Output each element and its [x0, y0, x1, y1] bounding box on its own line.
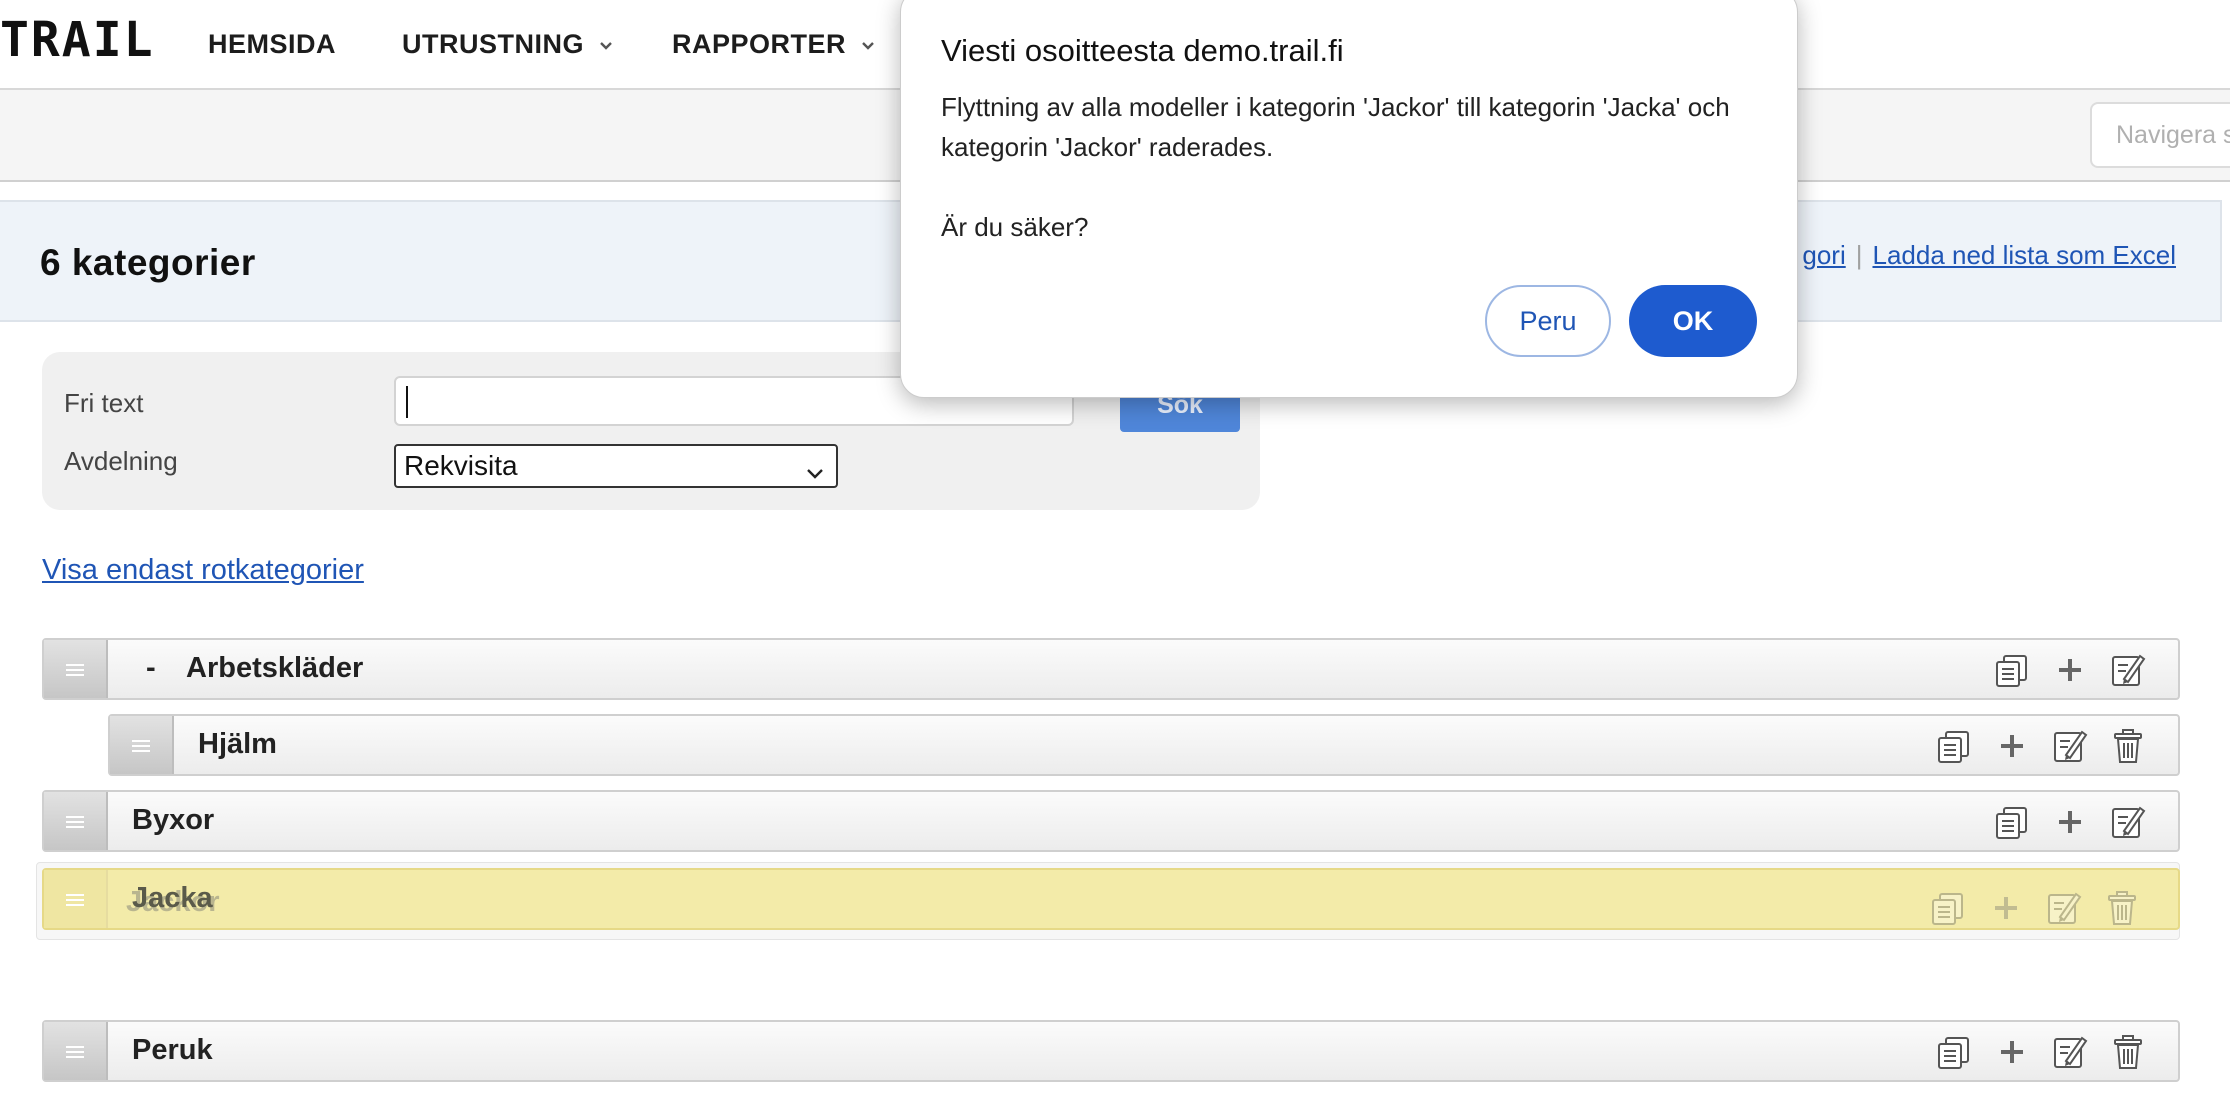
category-label: Peruk — [132, 1034, 213, 1066]
category-row-arbetsklader[interactable]: - Arbetskläder — [42, 638, 2180, 700]
department-select-value: Rekvisita — [404, 450, 518, 481]
edit-icon[interactable] — [2110, 652, 2146, 688]
category-row-jacka[interactable]: Jackor Jacka — [42, 868, 2180, 930]
copy-icon[interactable] — [1930, 890, 1966, 926]
category-label: Jacka — [132, 882, 213, 914]
trash-icon[interactable] — [2110, 728, 2146, 764]
category-label: Arbetskläder — [186, 652, 364, 684]
copy-icon[interactable] — [1936, 728, 1972, 764]
chevron-down-icon — [860, 38, 876, 54]
add-icon[interactable] — [1994, 1034, 2030, 1070]
edit-icon[interactable] — [2110, 804, 2146, 840]
add-icon[interactable] — [2052, 652, 2088, 688]
drag-handle-icon[interactable] — [44, 792, 108, 850]
root-categories-link[interactable]: Visa endast rotkategorier — [42, 554, 364, 587]
department-label: Avdelning — [64, 446, 178, 476]
add-icon[interactable] — [1994, 728, 2030, 764]
header-links: gori | Ladda ned lista som Excel — [1802, 240, 2176, 271]
collapse-toggle[interactable]: - — [146, 652, 156, 685]
new-category-link[interactable]: gori — [1802, 240, 1845, 270]
drag-handle-icon[interactable] — [44, 870, 108, 928]
department-select[interactable]: Rekvisita — [394, 444, 838, 488]
nav-item-hemsida[interactable]: HEMSIDA — [208, 26, 336, 62]
cancel-button[interactable]: Peru — [1485, 285, 1611, 357]
page-title: 6 kategorier — [40, 242, 256, 283]
ok-button[interactable]: OK — [1629, 285, 1757, 357]
category-row-hjalm[interactable]: Hjälm — [108, 714, 2180, 776]
drag-handle-icon[interactable] — [44, 640, 108, 698]
navigate-input[interactable]: Navigera s — [2090, 102, 2230, 168]
category-row-byxor[interactable]: Byxor — [42, 790, 2180, 852]
drag-handle-icon[interactable] — [44, 1022, 108, 1080]
trail-logo[interactable]: TRAIL — [0, 14, 155, 66]
category-label: Byxor — [132, 804, 215, 836]
add-icon[interactable] — [2052, 804, 2088, 840]
free-text-label: Fri text — [64, 388, 144, 418]
nav-item-label: UTRUSTNING — [402, 29, 584, 59]
nav-item-utrustning[interactable]: UTRUSTNING — [402, 26, 614, 62]
add-icon[interactable] — [1988, 890, 2024, 926]
trash-icon[interactable] — [2110, 1034, 2146, 1070]
nav-item-label: HEMSIDA — [208, 29, 337, 59]
dialog-title: Viesti osoitteesta demo.trail.fi — [941, 33, 1344, 68]
chevron-down-icon — [598, 38, 614, 54]
category-label: Hjälm — [198, 728, 277, 760]
drag-handle-icon[interactable] — [110, 716, 174, 774]
nav-item-label: RAPPORTER — [672, 29, 847, 59]
copy-icon[interactable] — [1994, 652, 2030, 688]
category-row-peruk[interactable]: Peruk — [42, 1020, 2180, 1082]
copy-icon[interactable] — [1994, 804, 2030, 840]
download-excel-link[interactable]: Ladda ned lista som Excel — [1872, 240, 2176, 270]
edit-icon[interactable] — [2046, 890, 2082, 926]
text-cursor — [406, 386, 408, 418]
edit-icon[interactable] — [2052, 1034, 2088, 1070]
trash-icon[interactable] — [2104, 890, 2140, 926]
link-separator: | — [1855, 240, 1863, 270]
chevron-down-icon — [804, 456, 826, 496]
confirm-dialog: Viesti osoitteesta demo.trail.fi Flyttni… — [900, 0, 1798, 398]
nav-item-rapporter[interactable]: RAPPORTER — [672, 26, 876, 62]
edit-icon[interactable] — [2052, 728, 2088, 764]
copy-icon[interactable] — [1936, 1034, 1972, 1070]
dialog-message: Flyttning av alla modeller i kategorin '… — [941, 92, 1730, 242]
